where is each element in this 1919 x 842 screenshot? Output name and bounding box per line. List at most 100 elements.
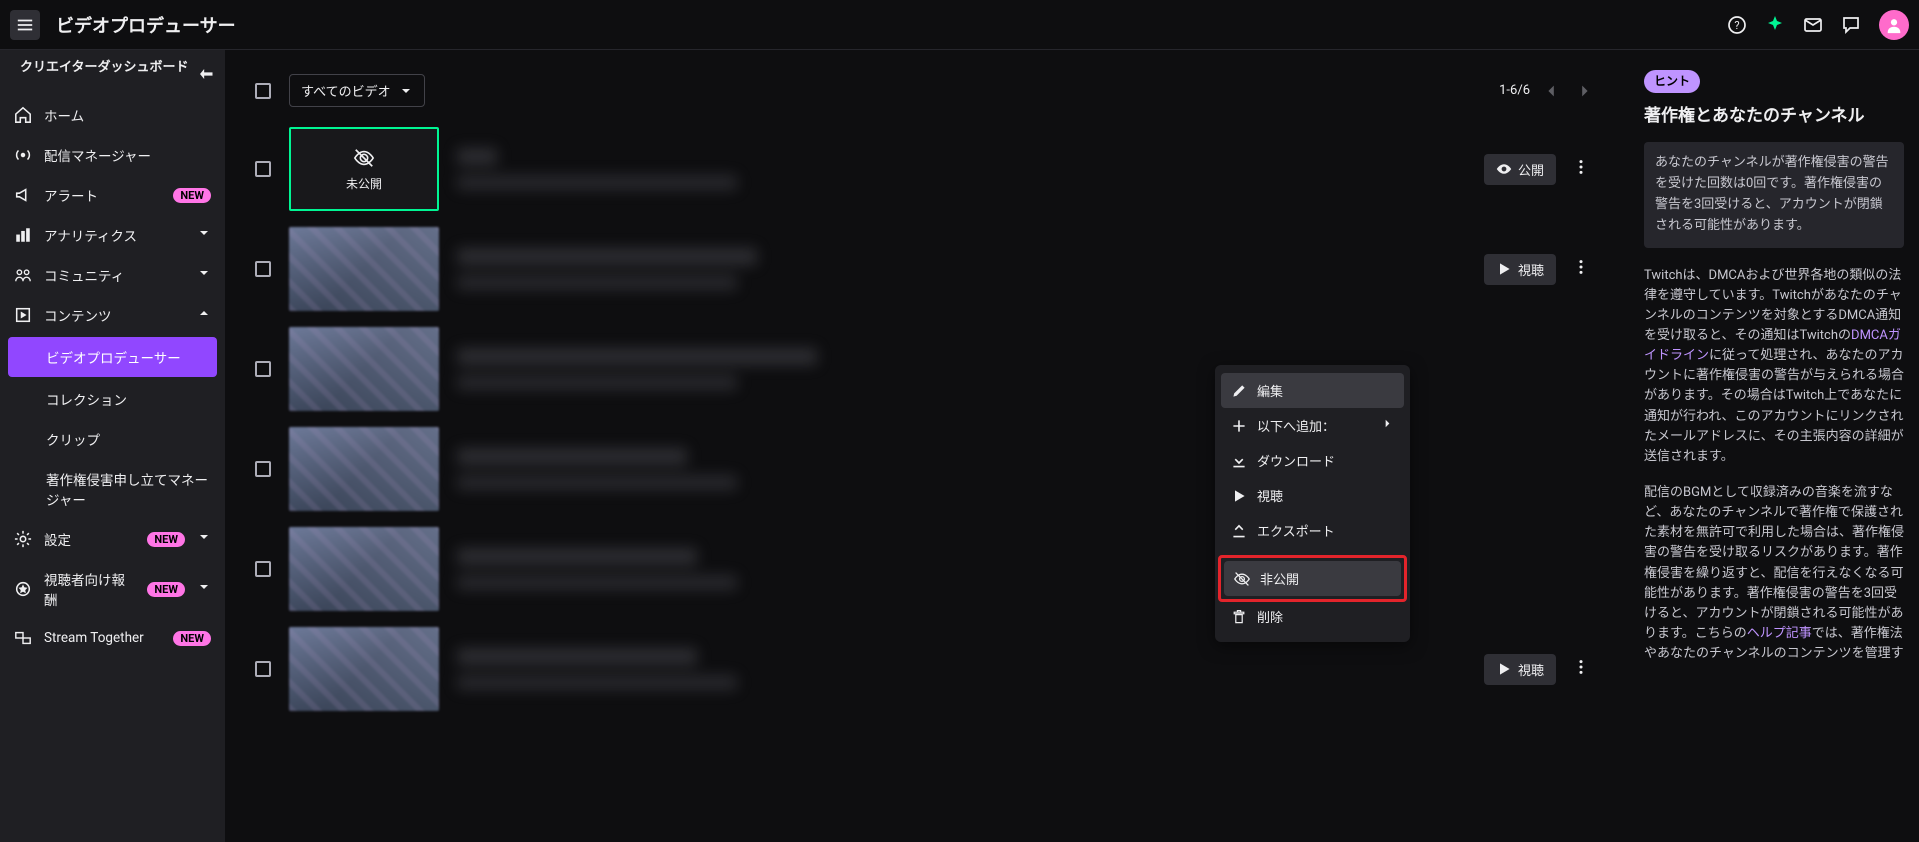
- sidebar-item-analytics[interactable]: アナリティクス: [0, 215, 225, 255]
- community-icon: [14, 266, 32, 284]
- svg-text:?: ?: [1734, 19, 1739, 32]
- topbar-right: ?: [1727, 10, 1909, 40]
- sidebar-item-label: Stream Together: [44, 630, 161, 646]
- sidebar-item-label: ホーム: [44, 105, 211, 125]
- sidebar-item-label: 設定: [44, 529, 135, 549]
- sidebar-item-home[interactable]: ホーム: [0, 95, 225, 135]
- video-thumbnail[interactable]: [289, 327, 439, 411]
- filter-dropdown[interactable]: すべてのビデオ: [289, 74, 425, 107]
- video-title-blurred: [457, 248, 1466, 290]
- sidebar-item-community[interactable]: コミュニティ: [0, 255, 225, 295]
- context-delete[interactable]: 削除: [1221, 599, 1404, 634]
- hamburger-icon: [16, 16, 34, 34]
- sidebar-item-label: アナリティクス: [44, 225, 185, 245]
- video-thumbnail-unpublished[interactable]: 未公開: [289, 127, 439, 211]
- filter-label: すべてのビデオ: [301, 81, 391, 100]
- prev-page-button[interactable]: [1542, 82, 1562, 100]
- video-thumbnail[interactable]: [289, 527, 439, 611]
- select-all-checkbox[interactable]: [255, 83, 271, 99]
- sidebar-item-label: アラート: [44, 185, 161, 205]
- video-thumbnail[interactable]: [289, 627, 439, 711]
- plus-icon: [1231, 418, 1247, 434]
- sidebar-item-viewer-rewards[interactable]: 視聴者向け報酬 NEW: [0, 559, 225, 619]
- sidebar-item-content[interactable]: コンテンツ: [0, 295, 225, 335]
- sidebar-item-stream-manager[interactable]: 配信マネージャー: [0, 135, 225, 175]
- publish-button[interactable]: 公開: [1484, 154, 1556, 185]
- trash-icon: [1231, 609, 1247, 625]
- context-edit[interactable]: 編集: [1221, 373, 1404, 408]
- chevron-right-icon: [1381, 417, 1394, 434]
- sidebar-item-label: コンテンツ: [44, 305, 185, 325]
- stream-together-icon: [14, 629, 32, 647]
- analytics-icon: [14, 226, 32, 244]
- inbox-icon[interactable]: [1803, 15, 1823, 35]
- context-highlight-box: 非公開: [1221, 558, 1404, 599]
- row-checkbox[interactable]: [255, 261, 271, 277]
- context-export[interactable]: エクスポート: [1221, 513, 1404, 548]
- context-download[interactable]: ダウンロード: [1221, 443, 1404, 478]
- sidebar-subitem-copyright-claims[interactable]: 著作権侵害申し立てマネージャー: [0, 459, 225, 519]
- sidebar-heading: クリエイターダッシュボード: [20, 60, 188, 77]
- row-menu-button[interactable]: [1568, 154, 1594, 184]
- video-list: すべてのビデオ 1-6/6 未公開: [225, 50, 1624, 842]
- new-badge: NEW: [147, 582, 185, 597]
- chevron-up-icon: [197, 306, 211, 324]
- right-panel: ヒント 著作権とあなたのチャンネル あなたのチャンネルが著作権侵害の警告を受けた…: [1624, 50, 1919, 842]
- home-icon: [14, 106, 32, 124]
- video-thumbnail[interactable]: [289, 427, 439, 511]
- sparkle-icon[interactable]: [1765, 15, 1785, 35]
- video-title-blurred: [457, 648, 1466, 690]
- whisper-icon[interactable]: [1841, 15, 1861, 35]
- context-add-to[interactable]: 以下へ追加：: [1221, 408, 1404, 443]
- row-checkbox[interactable]: [255, 361, 271, 377]
- upload-icon: [1231, 523, 1247, 539]
- avatar[interactable]: [1879, 10, 1909, 40]
- download-icon: [1231, 453, 1247, 469]
- row-checkbox[interactable]: [255, 561, 271, 577]
- new-badge: NEW: [173, 188, 211, 203]
- page-title: ビデオプロデューサー: [56, 12, 236, 38]
- chevron-down-icon: [197, 226, 211, 244]
- menu-button[interactable]: [10, 10, 40, 40]
- context-watch[interactable]: 視聴: [1221, 478, 1404, 513]
- sidebar-collapse-button[interactable]: [195, 60, 215, 85]
- context-unpublish[interactable]: 非公開: [1224, 561, 1401, 596]
- rewards-icon: [14, 580, 32, 598]
- pencil-icon: [1231, 383, 1247, 399]
- chevron-down-icon: [197, 266, 211, 284]
- chevron-down-icon: [197, 530, 211, 548]
- play-icon: [1496, 261, 1512, 277]
- sidebar-item-alerts[interactable]: アラート NEW: [0, 175, 225, 215]
- help-article-link[interactable]: ヘルプ記事: [1747, 626, 1812, 641]
- help-icon[interactable]: ?: [1727, 15, 1747, 35]
- content-icon: [14, 306, 32, 324]
- broadcast-icon: [14, 146, 32, 164]
- hint-chip: ヒント: [1644, 70, 1700, 93]
- row-checkbox[interactable]: [255, 161, 271, 177]
- sidebar-subitem-video-producer[interactable]: ビデオプロデューサー: [8, 337, 217, 377]
- row-menu-button[interactable]: [1568, 654, 1594, 684]
- play-icon: [1496, 661, 1512, 677]
- sidebar: クリエイターダッシュボード ホーム 配信マネージャー アラート NEW アナリテ…: [0, 50, 225, 842]
- sidebar-item-label: 配信マネージャー: [44, 145, 211, 165]
- sidebar-subitem-collections[interactable]: コレクション: [0, 379, 225, 419]
- hidden-icon: [1234, 571, 1250, 587]
- topbar: ビデオプロデューサー ?: [0, 0, 1919, 50]
- next-page-button[interactable]: [1574, 82, 1594, 100]
- sidebar-item-settings[interactable]: 設定 NEW: [0, 519, 225, 559]
- watch-button[interactable]: 視聴: [1484, 654, 1556, 685]
- row-menu-button[interactable]: [1568, 254, 1594, 284]
- list-header: すべてのビデオ 1-6/6: [255, 70, 1594, 111]
- topbar-left: ビデオプロデューサー: [10, 10, 236, 40]
- row-checkbox[interactable]: [255, 461, 271, 477]
- megaphone-icon: [14, 186, 32, 204]
- new-badge: NEW: [173, 631, 211, 646]
- sidebar-item-label: 視聴者向け報酬: [44, 569, 135, 609]
- video-thumbnail[interactable]: [289, 227, 439, 311]
- row-checkbox[interactable]: [255, 661, 271, 677]
- eye-icon: [1496, 161, 1512, 177]
- sidebar-item-stream-together[interactable]: Stream Together NEW: [0, 619, 225, 657]
- sidebar-subitem-clips[interactable]: クリップ: [0, 419, 225, 459]
- chevron-down-icon: [197, 580, 211, 598]
- watch-button[interactable]: 視聴: [1484, 254, 1556, 285]
